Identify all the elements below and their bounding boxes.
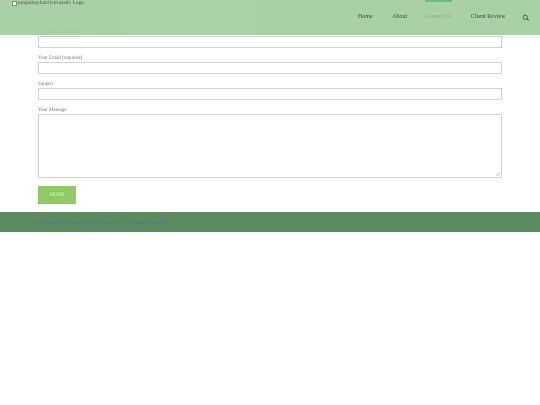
copyright-text: Copyright 2016 Tampa Bay Family Trusts, … (38, 219, 167, 225)
email-input[interactable] (38, 62, 502, 74)
send-button[interactable]: SEND (38, 186, 76, 204)
nav-item-client-review[interactable]: Client Review (471, 14, 506, 20)
nav-item-contact-us[interactable]: Contact Us (425, 14, 452, 20)
nav-item-home[interactable]: Home (358, 14, 373, 20)
search-icon[interactable] (522, 14, 530, 22)
message-label: Your Message (38, 108, 67, 113)
nav-item-about[interactable]: About (392, 14, 407, 20)
site-header: tampabayfamilytrustsllc Logo Home About … (0, 0, 540, 35)
name-input[interactable] (38, 36, 502, 48)
resize-grip-icon[interactable] (496, 172, 500, 176)
message-textarea[interactable] (38, 114, 502, 178)
subject-input[interactable] (38, 88, 502, 100)
email-label: Your Email (required) (38, 56, 83, 61)
active-nav-indicator (425, 0, 452, 2)
subject-label: Subject (38, 82, 53, 87)
site-footer: Copyright 2016 Tampa Bay Family Trusts, … (0, 212, 540, 232)
main-nav: Home About Contact Us Client Review (0, 0, 540, 35)
